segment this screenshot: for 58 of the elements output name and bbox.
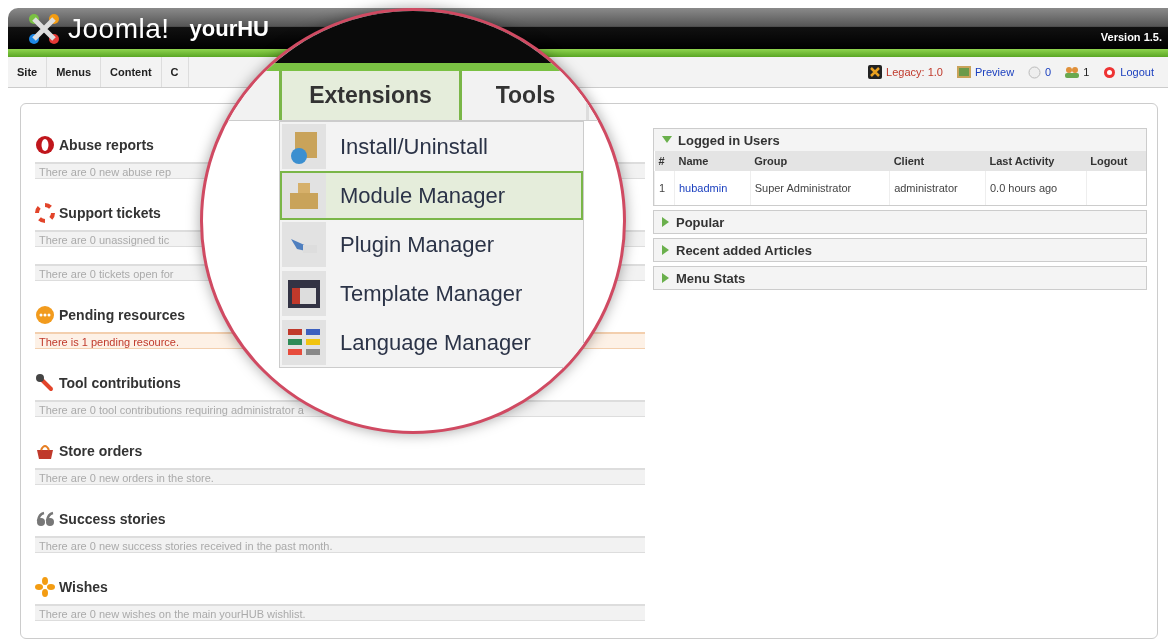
panel-title[interactable]: Menu Stats (676, 270, 746, 286)
user-link[interactable]: hubadmin (674, 171, 751, 205)
menu-item[interactable]: Menus (47, 57, 102, 87)
quote-icon (35, 509, 55, 529)
status-link[interactable]: 0 (1045, 66, 1052, 78)
collapsed-arrow-icon[interactable] (662, 245, 670, 255)
users-icon (1065, 66, 1080, 78)
table-cell: 1 (654, 171, 675, 205)
menu-item[interactable]: Site (8, 57, 48, 87)
table-cell: 0.0 hours ago (985, 171, 1087, 205)
menu-item[interactable]: C (161, 57, 189, 87)
site-name: yourHU (189, 15, 269, 42)
panel-title[interactable]: Recent added Articles (676, 242, 813, 258)
menu-item[interactable]: Content (101, 57, 162, 87)
box-icon (289, 129, 319, 164)
wrench-icon (35, 373, 55, 393)
message-bar: There are 0 new orders in the store. (35, 468, 645, 485)
more-icon (35, 305, 55, 325)
menu-tab[interactable]: Extensions (279, 71, 462, 120)
column-header: Last Activity (985, 151, 1087, 171)
star-icon (35, 577, 55, 597)
power-icon (1103, 65, 1117, 79)
table-cell: Super Administrator (750, 171, 890, 205)
logo-text: Joomla! (68, 12, 170, 45)
flags-icon (288, 328, 320, 357)
collapsed-arrow-icon[interactable] (662, 217, 670, 227)
panel-title[interactable]: Popular (676, 214, 725, 230)
collapsed-arrow-icon[interactable] (662, 273, 670, 283)
column-header: # (654, 151, 675, 171)
table-cell: administrator (889, 171, 986, 205)
status-link[interactable]: Preview (974, 66, 1015, 78)
expanded-arrow-icon[interactable] (662, 136, 672, 144)
boxes-icon (288, 180, 320, 211)
column-header: Logout (1086, 151, 1146, 171)
status-link[interactable]: 1 (1083, 66, 1090, 78)
status-link[interactable]: Logout (1120, 66, 1154, 78)
section-title: Abuse reports (59, 137, 154, 153)
message-bar: There are 0 new wishes on the main yourHUB wishlist. (35, 604, 645, 621)
message-bar: There are 0 new success stories received in the past month. (35, 536, 645, 553)
section-title: Store orders (59, 443, 143, 459)
joomla-icon (868, 65, 883, 79)
version-text: Version 1.5. (1100, 31, 1162, 44)
column-header: Group (750, 151, 890, 171)
dropdown-item[interactable]: Module Manager (280, 171, 583, 220)
section-title: Pending resources (59, 307, 186, 323)
section-title: Wishes (59, 579, 108, 595)
panel-title[interactable]: Logged in Users (678, 132, 780, 148)
status-link[interactable]: Legacy: 1.0 (886, 66, 943, 78)
warning-icon (35, 135, 55, 155)
section-title: Success stories (59, 511, 166, 527)
section-title: Support tickets (59, 205, 161, 221)
clock-icon (1028, 65, 1042, 79)
layout-icon (288, 279, 320, 308)
lifebuoy-icon (35, 203, 55, 223)
column-header: Name (674, 151, 751, 171)
picture-icon (956, 66, 971, 78)
section-title: Tool contributions (59, 375, 181, 391)
column-header: Client (889, 151, 986, 171)
